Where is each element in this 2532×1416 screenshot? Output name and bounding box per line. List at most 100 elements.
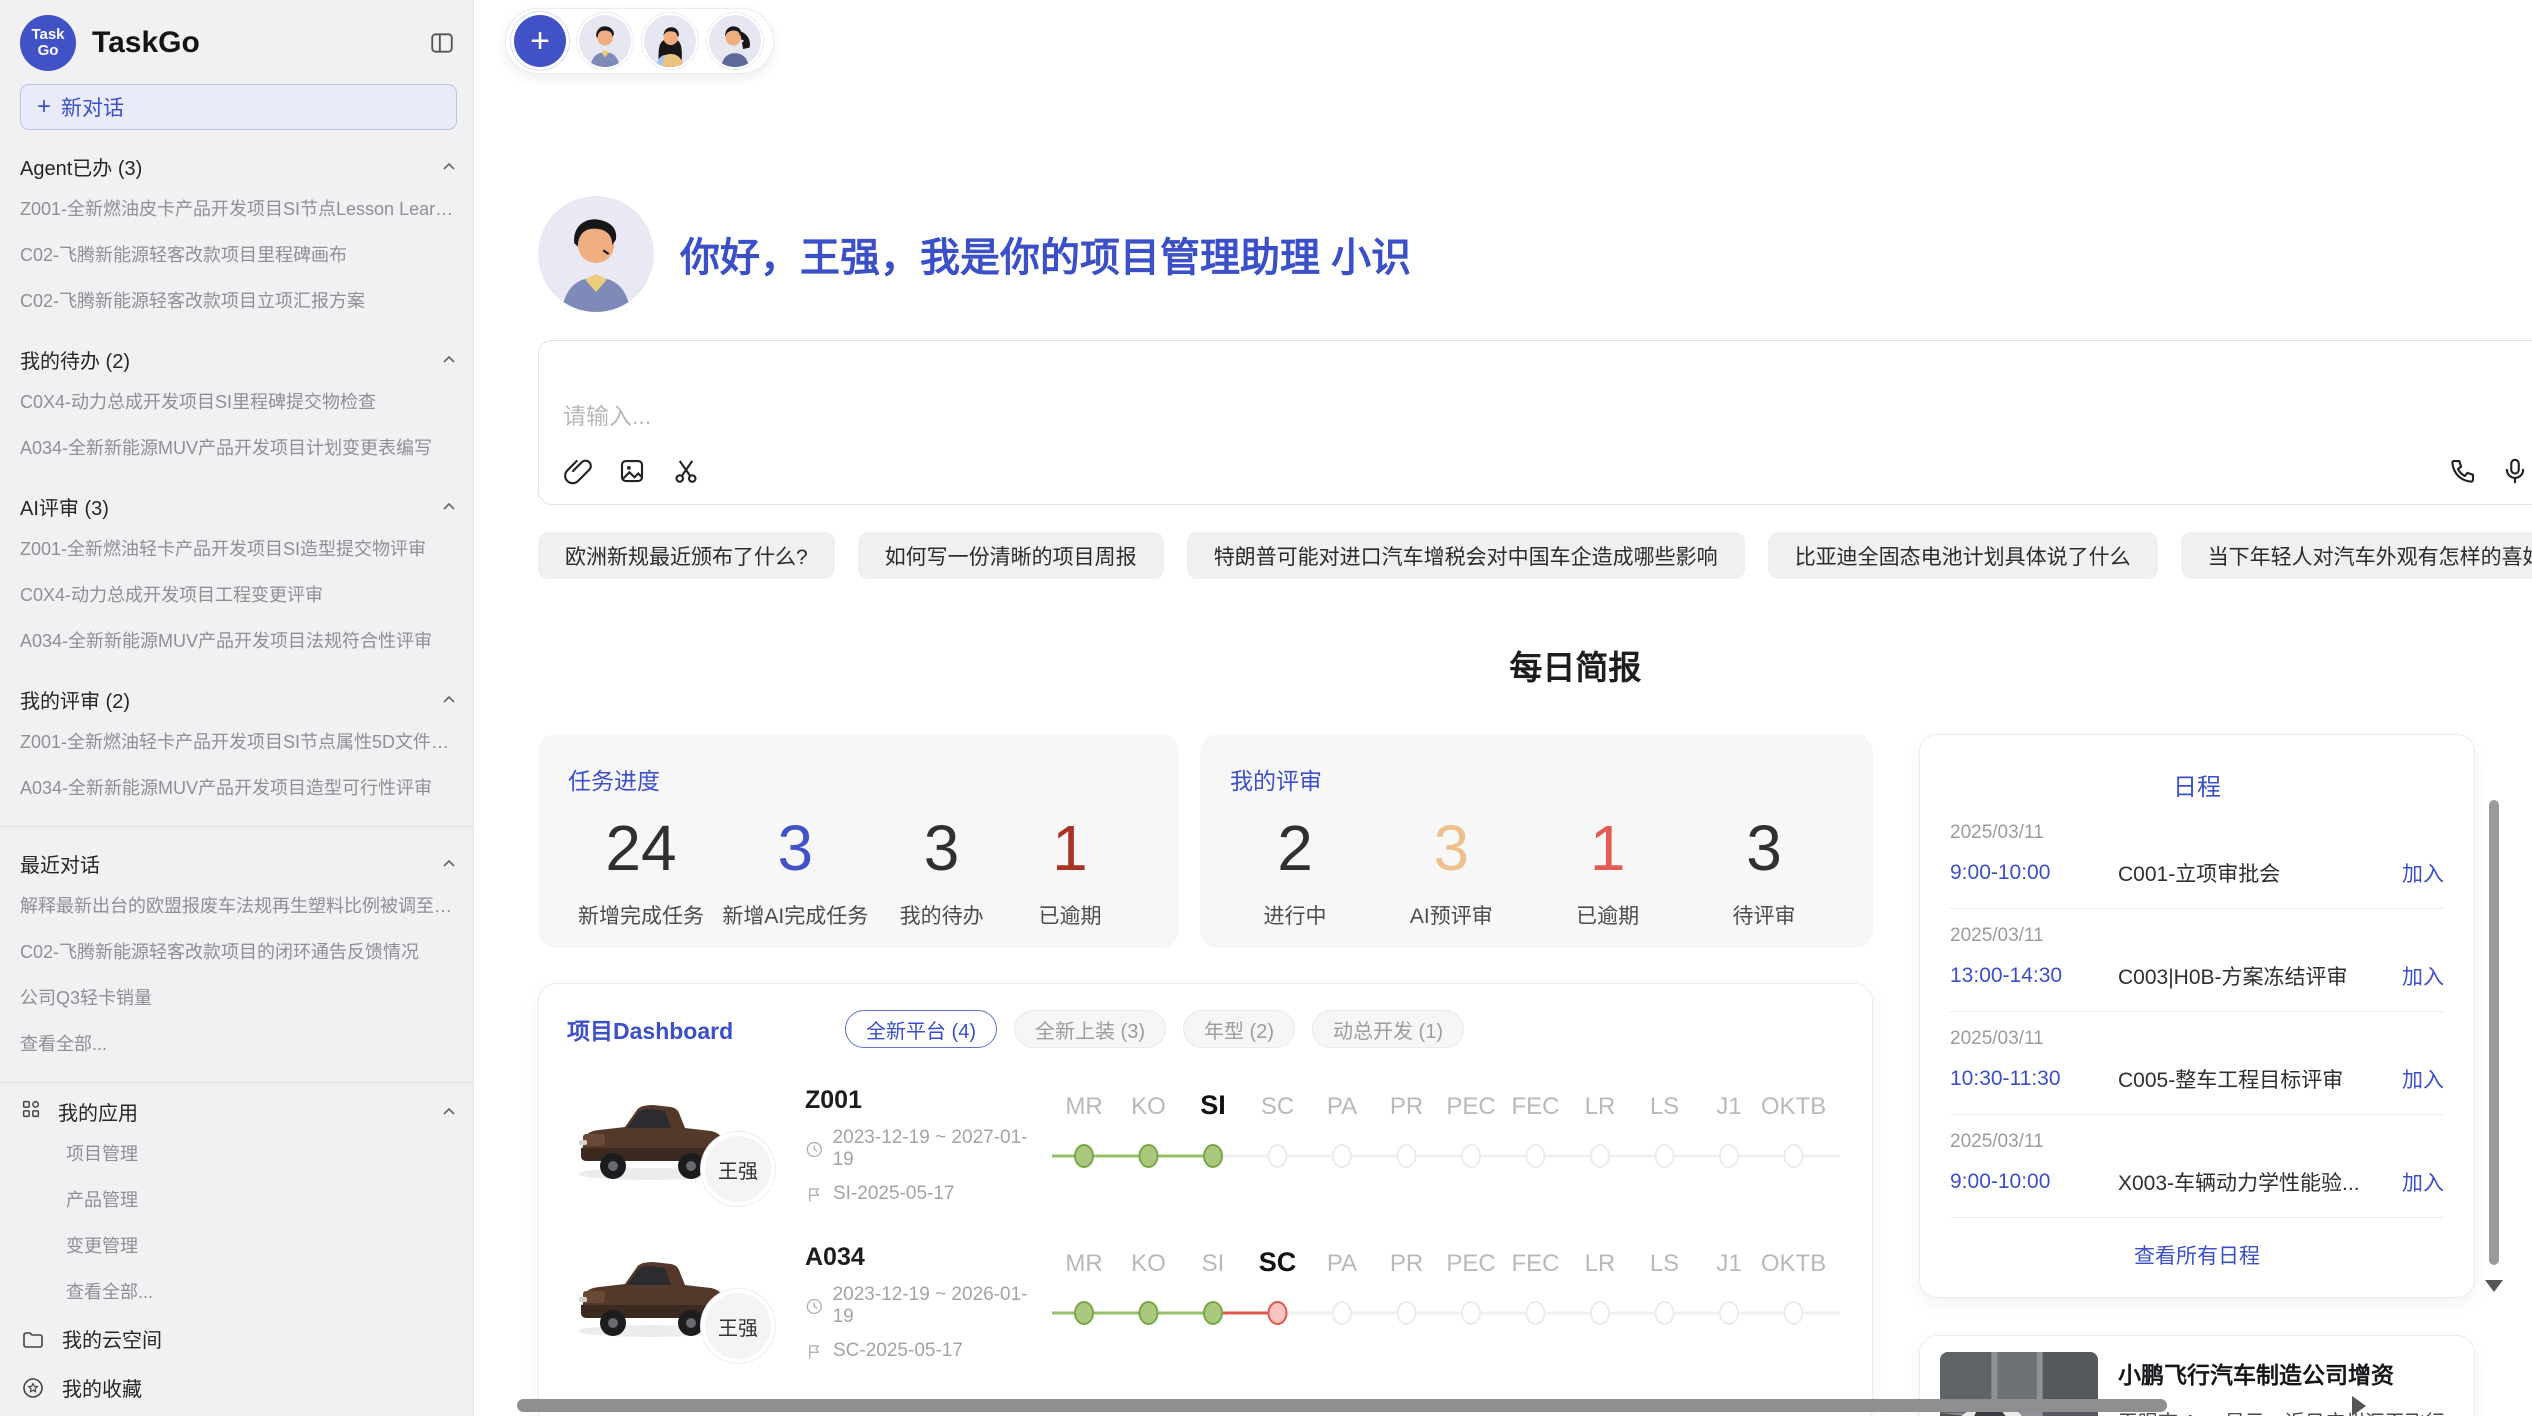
join-link[interactable]: 加入	[2402, 1064, 2444, 1094]
flag-icon	[805, 1185, 824, 1204]
stat-columns: 24新增完成任务3新增AI完成任务3我的待办1已逾期	[568, 802, 1139, 930]
image-icon[interactable]	[617, 456, 647, 486]
svg-text:PEC: PEC	[1446, 1250, 1495, 1277]
schedule-date: 2025/03/11	[1950, 1131, 2444, 1153]
stat-value: 24	[578, 802, 704, 894]
news-body: 天眼查 App 显示，近日广州汇天飞行汽...	[2118, 1408, 2454, 1416]
chat-input[interactable]: 请输入...	[538, 340, 2532, 505]
news-text: 小鹏飞行汽车制造公司增资 天眼查 App 显示，近日广州汇天飞行汽...	[2118, 1352, 2454, 1416]
vertical-scrollbar[interactable]	[2489, 800, 2499, 1265]
section-header[interactable]: 我的待办 (2)	[20, 345, 457, 374]
date-range: 2023-12-19 ~ 2026-01-19	[833, 1284, 1044, 1328]
briefing-header: 每日简报	[538, 641, 2532, 689]
sidebar-item-cloud-space[interactable]: 我的云空间	[20, 1314, 457, 1363]
sidebar-item-favorites[interactable]: 我的收藏	[20, 1363, 457, 1412]
assistant-avatar	[538, 196, 654, 312]
stat-label: 新增AI完成任务	[722, 900, 868, 930]
recent-chat-item[interactable]: 公司Q3轻卡销量	[20, 974, 457, 1020]
suggestion-chip[interactable]: 欧洲新规最近颁布了什么?	[538, 532, 835, 579]
stat-label: 待评审	[1709, 900, 1819, 930]
horizontal-scrollbar[interactable]	[517, 1399, 2167, 1412]
suggestion-chip[interactable]: 特朗普可能对进口汽车增税会对中国车企造成哪些影响	[1187, 532, 1745, 579]
logo-line-1: Task	[31, 27, 64, 43]
avatar-3[interactable]	[709, 15, 761, 67]
scroll-right-arrow-icon[interactable]	[2352, 1396, 2366, 1416]
svg-text:MR: MR	[1065, 1250, 1102, 1277]
avatar-2[interactable]	[644, 15, 696, 67]
chevron-up-icon	[441, 352, 457, 368]
project-code: Z001	[805, 1086, 1044, 1115]
attach-icon[interactable]	[563, 456, 593, 486]
svg-text:PEC: PEC	[1446, 1093, 1495, 1120]
microphone-icon[interactable]	[2500, 456, 2530, 486]
stat-value: 3	[1709, 802, 1819, 894]
svg-text:PA: PA	[1327, 1250, 1357, 1277]
news-title: 小鹏飞行汽车制造公司增资	[2118, 1356, 2454, 1390]
sidebar-task-item[interactable]: C02-飞腾新能源轻客改款项目里程碑画布	[20, 231, 457, 277]
collapse-sidebar-icon[interactable]	[427, 28, 457, 58]
suggestion-chip[interactable]: 比亚迪全固态电池计划具体说了什么	[1768, 532, 2158, 579]
join-link[interactable]: 加入	[2402, 961, 2444, 991]
schedule-date: 2025/03/11	[1950, 1028, 2444, 1050]
svg-text:KO: KO	[1131, 1250, 1166, 1277]
section-header[interactable]: AI评审 (3)	[20, 492, 457, 521]
sidebar-task-item[interactable]: Z001-全新燃油轻卡产品开发项目SI节点属性5D文件评审	[20, 718, 457, 764]
my-apps-header[interactable]: 我的应用	[20, 1097, 457, 1126]
recent-chats-header[interactable]: 最近对话	[20, 849, 457, 878]
cloud-space-label: 我的云空间	[62, 1324, 162, 1353]
svg-text:FEC: FEC	[1512, 1250, 1560, 1277]
dashboard-tab[interactable]: 全新平台 (4)	[845, 1010, 997, 1048]
stat-label: 已逾期	[1553, 900, 1663, 930]
schedule-time: 9:00-10:00	[1950, 861, 2100, 885]
view-all-apps-link[interactable]: 查看全部...	[20, 1268, 457, 1314]
scroll-down-arrow-icon[interactable]	[2485, 1280, 2503, 1292]
join-link[interactable]: 加入	[2402, 1167, 2444, 1197]
section-header[interactable]: Agent已办 (3)	[20, 152, 457, 181]
suggestion-chip[interactable]: 如何写一份清晰的项目周报	[858, 532, 1164, 579]
sidebar-app-item[interactable]: 变更管理	[20, 1222, 457, 1268]
section-title: 最近对话	[20, 849, 441, 878]
sidebar-task-item[interactable]: C0X4-动力总成开发项目工程变更评审	[20, 571, 457, 617]
section-header[interactable]: 我的评审 (2)	[20, 685, 457, 714]
sidebar-task-item[interactable]: Z001-全新燃油皮卡产品开发项目SI节点Lesson Learn报告	[20, 185, 457, 231]
sidebar-app-item[interactable]: 产品管理	[20, 1176, 457, 1222]
sidebar-app-item[interactable]: 项目管理	[20, 1130, 457, 1176]
sidebar-task-item[interactable]: Z001-全新燃油轻卡产品开发项目SI造型提交物评审	[20, 525, 457, 571]
recent-chat-item[interactable]: 解释最新出台的欧盟报废车法规再生塑料比例被调至15%...	[20, 882, 457, 928]
clock-icon	[805, 1140, 824, 1159]
svg-text:SC: SC	[1261, 1093, 1294, 1120]
dashboard-tab[interactable]: 全新上装 (3)	[1014, 1010, 1166, 1048]
stat-value: 3	[1396, 802, 1506, 894]
view-all-chats-link[interactable]: 查看全部...	[20, 1020, 457, 1066]
sidebar-task-item[interactable]: A034-全新新能源MUV产品开发项目造型可行性评审	[20, 764, 457, 810]
chevron-up-icon	[441, 499, 457, 515]
favorites-label: 我的收藏	[62, 1373, 142, 1402]
schedule-event-title: X003-车辆动力学性能验...	[2118, 1167, 2390, 1197]
section-title: AI评审 (3)	[20, 492, 441, 521]
scissors-icon[interactable]	[671, 456, 701, 486]
sidebar-task-item[interactable]: C02-飞腾新能源轻客改款项目立项汇报方案	[20, 277, 457, 323]
dashboard-tab[interactable]: 动总开发 (1)	[1312, 1010, 1464, 1048]
stat-item: 3 待评审	[1709, 802, 1819, 930]
recent-chat-item[interactable]: C02-飞腾新能源轻客改款项目的闭环通告反馈情况	[20, 928, 457, 974]
project-row[interactable]: 王强Z0012023-12-19 ~ 2027-01-19SI-2025-05-…	[567, 1082, 1844, 1205]
view-all-schedule-link[interactable]: 查看所有日程	[1950, 1218, 2444, 1280]
divider	[0, 826, 473, 827]
sidebar-task-item[interactable]: C0X4-动力总成开发项目SI里程碑提交物检查	[20, 378, 457, 424]
suggestion-chip[interactable]: 当下年轻人对汽车外观有怎样的喜好趋势	[2181, 532, 2532, 579]
sidebar-task-item[interactable]: A034-全新新能源MUV产品开发项目计划变更表编写	[20, 424, 457, 470]
stat-value: 1	[1553, 802, 1663, 894]
join-link[interactable]: 加入	[2402, 858, 2444, 888]
sidebar-task-item[interactable]: A034-全新新能源MUV产品开发项目法规符合性评审	[20, 617, 457, 663]
avatar-1[interactable]	[579, 15, 631, 67]
chevron-up-icon	[441, 856, 457, 872]
stat-card-任务进度: 任务进度24新增完成任务3新增AI完成任务3我的待办1已逾期	[538, 734, 1179, 948]
project-vehicle: 王强	[567, 1239, 733, 1349]
dashboard-tab[interactable]: 年型 (2)	[1183, 1010, 1295, 1048]
stat-item: 24新增完成任务	[578, 802, 704, 930]
project-row[interactable]: 王强A0342023-12-19 ~ 2026-01-19SC-2025-05-…	[567, 1239, 1844, 1362]
new-chat-button[interactable]: + 新对话	[20, 84, 457, 130]
add-conversation-button[interactable]: +	[514, 15, 566, 67]
phone-icon[interactable]	[2448, 456, 2478, 486]
schedule-row: 10:30-11:30C005-整车工程目标评审加入	[1950, 1064, 2444, 1094]
